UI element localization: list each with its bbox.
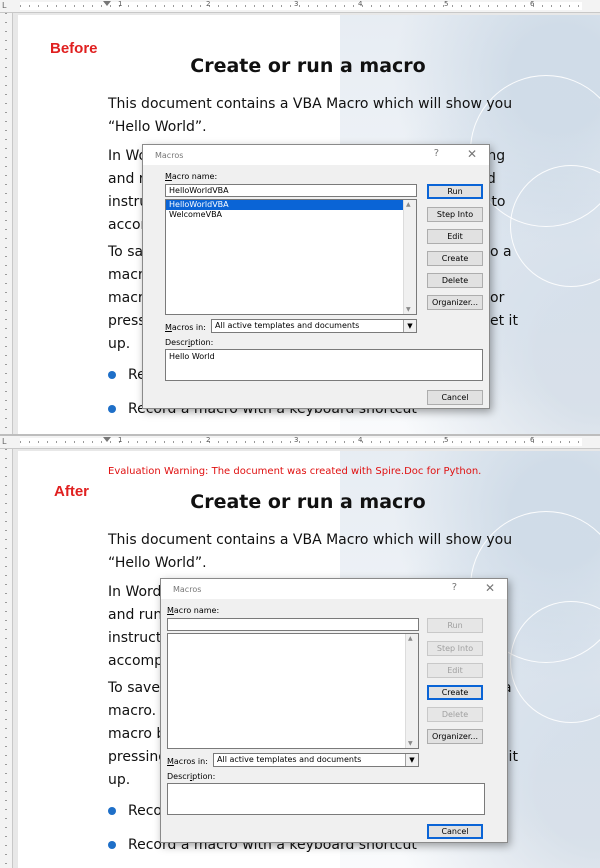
horizontal-ruler: L 1 2 3 4 5 6: [0, 436, 600, 449]
vertical-ruler: [0, 449, 13, 868]
description-box: Hello World: [165, 349, 483, 381]
help-icon[interactable]: ?: [434, 148, 439, 159]
paragraph-line: This document contains a VBA Macro which…: [108, 532, 513, 548]
cancel-button[interactable]: Cancel: [427, 824, 483, 839]
delete-button[interactable]: Delete: [427, 707, 483, 722]
paragraph-line: or: [490, 290, 505, 306]
run-button[interactable]: Run: [427, 184, 483, 199]
description-box: [167, 783, 485, 815]
paragraph-line: “Hello World”.: [108, 119, 207, 135]
paragraph-line: This document contains a VBA Macro which…: [108, 96, 513, 112]
ruler-number: 2: [206, 0, 211, 8]
after-label: After: [54, 483, 90, 500]
organizer-button[interactable]: Organizer...: [427, 729, 483, 744]
bullet-icon: [108, 841, 116, 849]
macros-in-select[interactable]: All active templates and documents ▼: [213, 753, 419, 767]
step-into-button[interactable]: Step Into: [427, 641, 483, 656]
bullet-icon: [108, 405, 116, 413]
list-scrollbar[interactable]: ▲ ▼: [403, 200, 416, 314]
macro-name-input[interactable]: [167, 618, 419, 631]
tab-selector[interactable]: L: [2, 1, 6, 10]
bullet-icon: [108, 807, 116, 815]
bullet-icon: [108, 371, 116, 379]
document-title: Create or run a macro: [190, 55, 426, 77]
macros-dialog: Macros ? ✕ Macro name: HelloWorldVBA Hel…: [142, 144, 490, 409]
macro-list[interactable]: ▲ ▼: [167, 633, 419, 749]
ruler-number: 1: [118, 436, 123, 444]
dialog-title: Macros: [173, 585, 202, 594]
bullet-text: Reco: [128, 803, 162, 819]
vertical-ruler: [0, 13, 13, 434]
ruler-number: 5: [444, 436, 449, 444]
paragraph-1: This document contains a VBA Macro which…: [108, 529, 528, 575]
scroll-down-icon[interactable]: ▼: [406, 306, 411, 313]
ruler-number: 4: [358, 436, 363, 444]
delete-button[interactable]: Delete: [427, 273, 483, 288]
macros-in-select[interactable]: All active templates and documents ▼: [211, 319, 417, 333]
horizontal-ruler: L 1 2 3 4 5 6: [0, 0, 600, 13]
before-label: Before: [50, 40, 98, 57]
paragraph-line: o a: [490, 244, 512, 260]
scroll-up-icon[interactable]: ▲: [408, 635, 413, 642]
list-item[interactable]: WelcomeVBA: [166, 210, 416, 220]
dialog-titlebar[interactable]: Macros ? ✕: [161, 579, 507, 599]
ruler-number: 6: [530, 436, 535, 444]
paragraph-line: et it: [490, 313, 518, 329]
run-button[interactable]: Run: [427, 618, 483, 633]
description-label: Description:: [167, 772, 216, 781]
description-label: Description:: [165, 338, 214, 347]
after-pane: L 1 2 3 4 5 6 Evaluation Warning: The do…: [0, 434, 600, 868]
bullet-item: Reco: [108, 803, 162, 819]
chevron-down-icon[interactable]: ▼: [403, 320, 416, 332]
macros-in-value: All active templates and documents: [217, 755, 362, 764]
list-scrollbar[interactable]: ▲ ▼: [405, 634, 418, 748]
before-pane: L 1 2 3 4 5 6 Before Create or run a mac…: [0, 0, 600, 434]
create-button[interactable]: Create: [427, 685, 483, 700]
ruler-number: 1: [118, 0, 123, 8]
chevron-down-icon[interactable]: ▼: [405, 754, 418, 766]
ruler-number: 2: [206, 436, 211, 444]
macros-in-label: Macros in:: [167, 757, 208, 766]
close-icon[interactable]: ✕: [485, 581, 495, 595]
paragraph-1: This document contains a VBA Macro which…: [108, 93, 528, 139]
list-item[interactable]: HelloWorldVBA: [166, 200, 404, 210]
paragraph-line: “Hello World”.: [108, 555, 207, 571]
macro-name-label: Macro name:: [165, 172, 218, 181]
ruler-number: 3: [294, 436, 299, 444]
cancel-button[interactable]: Cancel: [427, 390, 483, 405]
scroll-up-icon[interactable]: ▲: [406, 201, 411, 208]
help-icon[interactable]: ?: [452, 582, 457, 593]
edit-button[interactable]: Edit: [427, 663, 483, 678]
ruler-number: 5: [444, 0, 449, 8]
create-button[interactable]: Create: [427, 251, 483, 266]
dialog-title: Macros: [155, 151, 184, 160]
close-icon[interactable]: ✕: [467, 147, 477, 161]
step-into-button[interactable]: Step Into: [427, 207, 483, 222]
edit-button[interactable]: Edit: [427, 229, 483, 244]
organizer-button[interactable]: Organizer...: [427, 295, 483, 310]
macros-in-value: All active templates and documents: [215, 321, 360, 330]
tab-selector[interactable]: L: [2, 437, 6, 446]
dialog-titlebar[interactable]: Macros ? ✕: [143, 145, 489, 165]
indent-marker[interactable]: [103, 1, 111, 6]
document-title: Create or run a macro: [190, 491, 426, 513]
macro-list[interactable]: HelloWorldVBA WelcomeVBA ▲ ▼: [165, 199, 417, 315]
macro-name-input[interactable]: HelloWorldVBA: [165, 184, 417, 197]
indent-marker[interactable]: [103, 437, 111, 442]
scroll-down-icon[interactable]: ▼: [408, 740, 413, 747]
paragraph-3-right: o a or et it: [490, 241, 540, 333]
macros-in-label: Macros in:: [165, 323, 206, 332]
ruler-number: 3: [294, 0, 299, 8]
ruler-number: 6: [530, 0, 535, 8]
evaluation-warning: Evaluation Warning: The document was cre…: [108, 466, 482, 477]
ruler-number: 4: [358, 0, 363, 8]
macros-dialog: Macros ? ✕ Macro name: ▲ ▼ Macros in: Al…: [160, 578, 508, 843]
macro-name-label: Macro name:: [167, 606, 220, 615]
